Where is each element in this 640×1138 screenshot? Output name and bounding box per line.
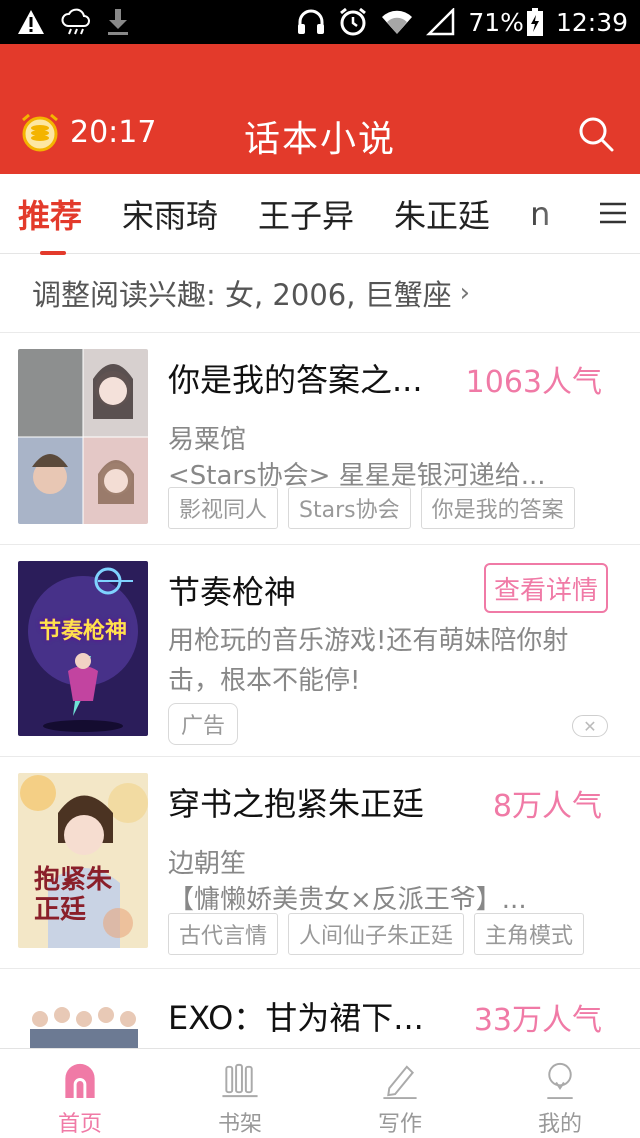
alarm-icon [338,7,368,37]
tag[interactable]: Stars协会 [288,487,411,529]
popularity: 1063人气 [465,365,602,400]
book-cover[interactable]: 抱紧朱正廷 [18,773,148,948]
book-card[interactable]: 抱紧朱正廷 穿书之抱紧朱正廷 8万人气 边朝笙 【慵懒娇美贵女×反派王爷】...… [0,756,640,968]
tab-zhu-zhengting[interactable]: 朱正廷 [394,191,490,237]
ad-cover[interactable]: 节奏枪神 [18,561,148,736]
tag-list: 影视同人 Stars协会 你是我的答案 [168,487,575,529]
wifi-icon [380,8,414,36]
tag[interactable]: 主角模式 [474,913,585,955]
ad-description: 用枪玩的音乐游戏!还有萌妹陪你射击，根本不能停! [168,626,569,696]
interest-settings[interactable]: 调整阅读兴趣: 女, 2006, 巨蟹座 › [0,254,640,332]
ad-card[interactable]: 节奏枪神 节奏枪神 查看详情 用枪玩的音乐游戏!还有萌妹陪你射击，根本不能停! … [0,544,640,756]
tag[interactable]: 影视同人 [168,487,279,529]
nav-bookshelf-label: 书架 [217,1112,262,1137]
tag-list: 古代言情 人间仙子朱正廷 主角模式 [168,913,585,955]
category-tabs: 推荐 宋雨琦 王子异 朱正廷 n [0,174,640,255]
tag[interactable]: 人间仙子朱正廷 [288,913,465,955]
book-title: 你是我的答案之... [168,361,423,399]
close-icon[interactable]: ✕ [572,715,608,737]
ad-cover-text: 节奏枪神 [38,619,127,644]
ad-label: 广告 [168,703,239,745]
app-title: 话本小说 [243,119,396,160]
book-cover[interactable] [18,349,148,524]
profile-icon [547,1062,573,1100]
tab-song-yuqi[interactable]: 宋雨琦 [122,191,218,237]
nav-bookshelf[interactable]: 书架 [160,1049,320,1138]
nav-write[interactable]: 写作 [320,1049,480,1138]
bottom-nav: 首页 书架 写作 我的 [0,1048,640,1138]
book-title: 穿书之抱紧朱正廷 [168,785,425,823]
tab-recommend[interactable]: 推荐 [18,191,82,255]
popularity: 8万人气 [492,789,602,824]
book-author: 边朝笙 [168,849,247,879]
battery-level: 71% [468,7,524,37]
nav-profile-label: 我的 [537,1112,582,1137]
warning-icon [16,8,46,36]
book-author: 易粟馆 [168,425,247,455]
menu-icon[interactable] [596,196,630,230]
book-description: 【慵懒娇美贵女×反派王爷】... [168,885,527,915]
tag[interactable]: 你是我的答案 [420,487,575,529]
book-card[interactable]: 你是我的答案之... 1063人气 易粟馆 <Stars协会> 星星是银河递给.… [0,332,640,544]
nav-home[interactable]: 首页 [0,1049,160,1138]
book-cover[interactable] [18,989,148,1048]
popularity: 33万人气 [473,1003,602,1038]
headphones-icon [296,8,326,36]
download-icon [106,7,130,37]
nav-profile[interactable]: 我的 [480,1049,640,1138]
status-bar: 71% 12:39 [0,0,640,44]
view-details-button[interactable]: 查看详情 [484,563,608,613]
nav-write-label: 写作 [377,1112,422,1137]
battery-icon [526,7,544,37]
cover-title-text: 抱紧朱正廷 [34,865,113,925]
book-card[interactable]: EXO：甘为裙下... 33万人气 [0,968,640,1048]
pen-icon [383,1065,417,1100]
chevron-right-icon: › [459,278,471,308]
tab-n[interactable]: n [530,195,550,233]
cloud-rain-icon [60,8,92,36]
tab-wang-ziyi[interactable]: 王子异 [258,191,354,237]
ad-title: 节奏枪神 [168,573,297,611]
book-title: EXO：甘为裙下... [168,999,424,1037]
search-icon[interactable] [576,114,616,154]
home-icon [65,1063,95,1099]
interest-label: 调整阅读兴趣: 女, 2006, 巨蟹座 [32,278,452,312]
tag[interactable]: 古代言情 [168,913,279,955]
bookshelf-icon [222,1063,258,1098]
nav-home-label: 首页 [57,1112,102,1137]
clock: 12:39 [555,7,628,37]
app-header: 20:17 话本小说 [0,44,640,174]
signal-icon [426,8,456,36]
